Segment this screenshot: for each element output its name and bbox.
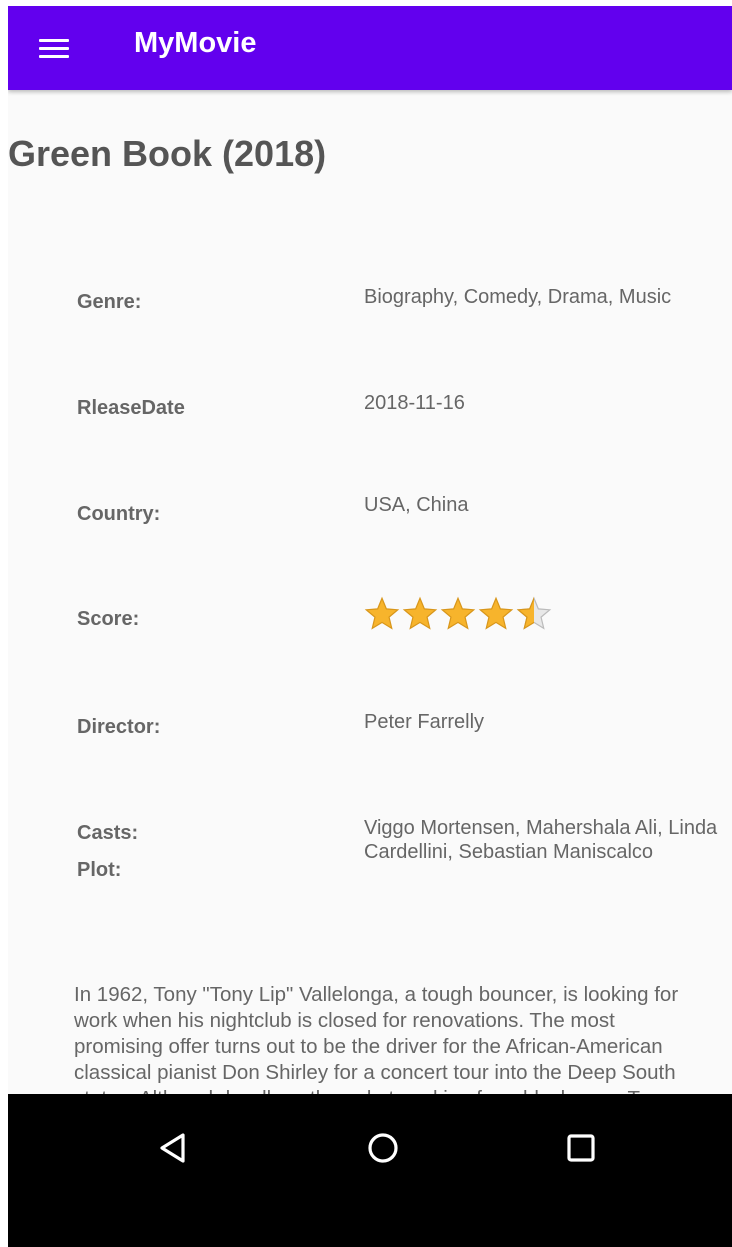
home-button[interactable]	[335, 1094, 431, 1247]
menu-button[interactable]	[30, 24, 78, 72]
app-bar: MyMovie	[8, 6, 732, 90]
plot-label: Plot:	[77, 859, 122, 881]
back-button[interactable]	[126, 1094, 222, 1247]
release-date-value: 2018-11-16	[364, 392, 465, 414]
app-title: MyMovie	[134, 27, 257, 59]
recents-square-icon	[567, 1134, 595, 1162]
country-label: Country:	[77, 503, 161, 525]
system-navigation-bar	[8, 1094, 732, 1247]
release-date-label: RleaseDate	[77, 397, 185, 419]
star-icon	[440, 596, 476, 630]
recents-button[interactable]	[533, 1094, 629, 1247]
genre-value: Biography, Comedy, Drama, Music	[364, 286, 672, 308]
genre-label: Genre:	[77, 291, 142, 313]
director-row: Director: Peter Farrelly	[8, 710, 732, 770]
back-triangle-icon	[160, 1133, 185, 1163]
country-row: Country: USA, China	[8, 493, 732, 553]
half-star-icon	[516, 596, 552, 630]
casts-value: Viggo Mortensen, Mahershala Ali, Linda C…	[364, 817, 718, 863]
hamburger-menu-icon	[39, 37, 69, 59]
score-row: Score:	[8, 596, 732, 666]
star-icon	[478, 596, 514, 630]
casts-label: Casts:	[77, 822, 139, 844]
genre-row: Genre: Biography, Comedy, Drama, Music	[8, 285, 732, 345]
score-rating	[364, 596, 552, 632]
director-label: Director:	[77, 716, 161, 738]
home-circle-icon	[368, 1133, 398, 1163]
country-value: USA, China	[364, 494, 469, 516]
director-value: Peter Farrelly	[364, 711, 485, 733]
release-date-row: RleaseDate 2018-11-16	[8, 391, 732, 451]
star-icon	[402, 596, 438, 630]
movie-detail-screen: MyMovie Green Book (2018) Genre: Biograp…	[8, 6, 732, 1247]
score-label: Score:	[77, 608, 140, 630]
movie-title: Green Book (2018)	[8, 133, 327, 174]
star-icon	[364, 596, 400, 630]
